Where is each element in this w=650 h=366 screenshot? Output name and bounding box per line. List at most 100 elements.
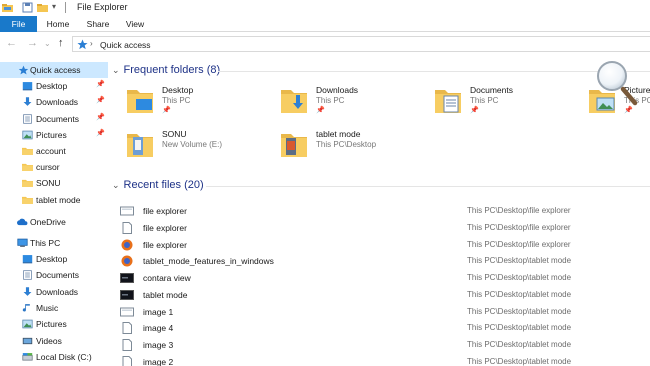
tab-file[interactable]: File [0, 16, 37, 32]
recent-file-row[interactable]: file explorer This PC\Desktop\file explor… [118, 237, 650, 254]
recent-file-row[interactable]: file explorer This PC\Desktop\file explor… [118, 203, 650, 220]
sidebar-item-videos[interactable]: Videos [0, 333, 108, 349]
recent-file-row[interactable]: file explorer This PC\Desktop\file explor… [118, 220, 650, 237]
sidebar-item-label: This PC [30, 238, 61, 248]
folder-location: This PC\Desktop [316, 140, 377, 149]
recent-file-row[interactable]: image 1 This PC\Desktop\tablet mode [118, 304, 650, 321]
sidebar-item-desktop[interactable]: Desktop [0, 251, 108, 267]
recent-files-heading[interactable]: ⌄ Recent files (20) [112, 179, 204, 191]
sidebar-item-onedrive[interactable]: OneDrive [0, 214, 108, 230]
desktop-icon [22, 254, 33, 264]
recent-file-row[interactable]: contara view This PC\Desktop\tablet mode [118, 270, 650, 287]
recent-file-row[interactable]: tablet_mode_features_in_windows This PC\D… [118, 253, 650, 270]
sidebar-item-label: Documents [36, 270, 79, 280]
folder-icon [434, 85, 462, 115]
frequent-folders-label: Frequent folders (8) [123, 64, 221, 76]
pin-icon[interactable]: 📌 [96, 80, 105, 88]
sidebar-item-local-disk-c[interactable]: Local Disk (C:) [0, 349, 108, 365]
sidebar-item-label: SONU [36, 178, 61, 188]
navigation-pane: Quick access Desktop 📌 Downloads 📌 Documents 📌… [0, 60, 108, 366]
breadcrumb[interactable]: Quick access [100, 40, 151, 50]
folder-icon [280, 85, 308, 115]
recent-locations-chevron-icon[interactable]: ⌄ [44, 38, 51, 50]
recent-file-row[interactable]: image 4 This PC\Desktop\tablet mode [118, 320, 650, 337]
collapse-chevron-icon[interactable]: ⌄ [112, 65, 120, 76]
folder-icon [126, 129, 154, 159]
pictures-icon [22, 130, 33, 140]
folder-name: SONU [162, 129, 187, 139]
sidebar-item-pictures[interactable]: Pictures 📌 [0, 127, 108, 143]
file-path: This PC\Desktop\tablet mode [467, 273, 572, 282]
folder-icon [22, 146, 33, 156]
folder-location: This PC [316, 96, 345, 105]
file-name: file explorer [143, 223, 187, 233]
folder-name: Desktop [162, 85, 194, 95]
pin-icon[interactable]: 📌 [96, 129, 105, 137]
folder-location: This PC [470, 96, 499, 105]
save-icon[interactable] [22, 2, 33, 13]
up-arrow-icon[interactable]: ↑ [58, 37, 64, 49]
file-path: This PC\Desktop\file explorer [467, 223, 571, 232]
file-name: contara view [143, 273, 191, 283]
new-folder-icon[interactable] [37, 2, 48, 13]
sidebar-item-downloads[interactable]: Downloads [0, 284, 108, 300]
frequent-folders-heading[interactable]: ⌄ Frequent folders (8) [112, 64, 220, 76]
sidebar-item-label: Music [36, 303, 59, 313]
sidebar-item-tablet-mode[interactable]: tablet mode [0, 192, 108, 208]
firefox-icon [120, 255, 134, 267]
sidebar-item-label: Desktop [36, 81, 68, 91]
sidebar-item-music[interactable]: Music [0, 300, 108, 316]
documents-icon [22, 114, 33, 124]
file-explorer-icon[interactable] [2, 2, 13, 13]
folder-name: Downloads [316, 85, 359, 95]
sidebar-item-documents[interactable]: Documents 📌 [0, 111, 108, 127]
sidebar-item-label: tablet mode [36, 195, 81, 205]
sidebar-item-sonu[interactable]: SONU [0, 175, 108, 191]
tab-view[interactable]: View [117, 16, 153, 32]
ribbon-tabs: File Home Share View [0, 16, 650, 32]
frequent-folder-downloads[interactable]: Downloads This PC 📌 [280, 85, 430, 125]
sidebar-item-downloads[interactable]: Downloads 📌 [0, 94, 108, 110]
sidebar-item-desktop[interactable]: Desktop 📌 [0, 78, 108, 94]
download-icon [22, 287, 33, 297]
recent-file-row[interactable]: image 2 This PC\Desktop\tablet mode [118, 354, 650, 366]
sidebar-item-this-pc[interactable]: This PC [0, 235, 108, 251]
tab-share[interactable]: Share [80, 16, 116, 32]
file-name: file explorer [143, 240, 187, 250]
pin-icon[interactable]: 📌 [96, 96, 105, 104]
sidebar-item-label: Videos [36, 336, 62, 346]
folder-icon [22, 195, 33, 205]
back-arrow-icon[interactable]: ← [6, 37, 17, 49]
frequent-folder-desktop[interactable]: Desktop This PC 📌 [126, 85, 276, 125]
file-name: image 3 [143, 340, 174, 350]
frequent-folder-documents[interactable]: Documents This PC 📌 [434, 85, 584, 125]
firefox-icon [120, 239, 134, 251]
forward-arrow-icon[interactable]: → [27, 37, 38, 49]
frequent-folder-sonu[interactable]: SONU New Volume (E:) [126, 129, 276, 169]
breadcrumb-chevron-icon[interactable]: › [90, 39, 93, 48]
tab-home[interactable]: Home [40, 16, 76, 32]
sidebar-item-label: Pictures [36, 130, 67, 140]
file-path: This PC\Desktop\file explorer [467, 240, 571, 249]
frequent-folder-tablet-mode[interactable]: tablet mode This PC\Desktop [280, 129, 430, 169]
file-path: This PC\Desktop\tablet mode [467, 256, 572, 265]
recent-file-row[interactable]: image 3 This PC\Desktop\tablet mode [118, 337, 650, 354]
address-bar[interactable]: › Quick access [72, 36, 650, 52]
sidebar-item-cursor[interactable]: cursor [0, 159, 108, 175]
sidebar-item-label: Downloads [36, 287, 79, 297]
sidebar-item-account[interactable]: account [0, 143, 108, 159]
pin-icon[interactable]: 📌 [96, 113, 105, 121]
folder-icon [22, 162, 33, 172]
sidebar-item-quick-access[interactable]: Quick access [0, 62, 108, 78]
quick-access-toolbar-dropdown-icon[interactable]: ▾ [52, 2, 63, 13]
window-title: File Explorer [77, 2, 128, 12]
recent-file-row[interactable]: tablet mode This PC\Desktop\tablet mode [118, 287, 650, 304]
desktop-icon [22, 81, 33, 91]
videos-icon [22, 336, 33, 346]
text-file-icon [120, 322, 134, 334]
title-divider [65, 2, 66, 13]
sidebar-item-documents[interactable]: Documents [0, 267, 108, 283]
sidebar-item-pictures[interactable]: Pictures [0, 316, 108, 332]
image-file-icon [120, 205, 134, 217]
collapse-chevron-icon[interactable]: ⌄ [112, 180, 120, 191]
